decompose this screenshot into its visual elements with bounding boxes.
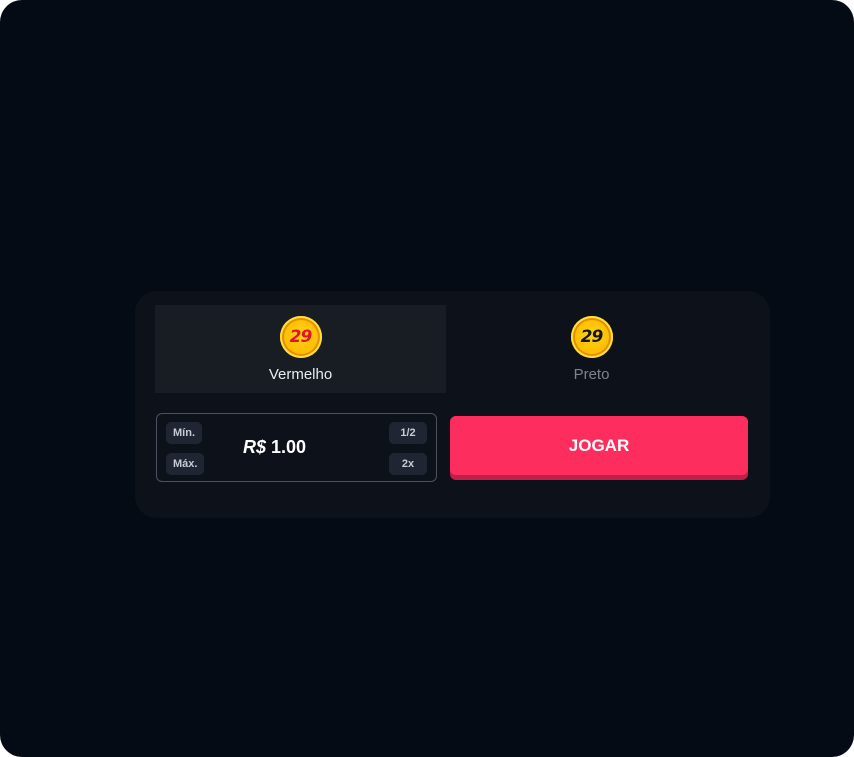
choice-black[interactable]: 29 Preto bbox=[446, 305, 737, 393]
red-coin-number: 29 bbox=[289, 327, 313, 347]
currency-symbol: R$ bbox=[243, 437, 267, 457]
choice-red-label: Vermelho bbox=[268, 366, 333, 383]
choice-black-label: Preto bbox=[573, 366, 610, 383]
bet-amount-value: 1.00 bbox=[271, 437, 307, 457]
double-bet-button[interactable]: 2x bbox=[389, 453, 427, 475]
min-bet-button[interactable]: Mín. bbox=[166, 422, 202, 444]
bet-amount-box: Mín. Máx. R$ 1.00 1/2 2x bbox=[156, 413, 437, 482]
play-button[interactable]: JOGAR bbox=[450, 416, 748, 480]
black-coin-icon: 29 bbox=[570, 316, 613, 358]
bet-panel: 29 Vermelho 29 Preto Mín. Máx. R$ 1.00 1/… bbox=[135, 291, 770, 518]
red-coin-icon: 29 bbox=[279, 316, 322, 358]
choice-red[interactable]: 29 Vermelho bbox=[155, 305, 446, 393]
bet-amount[interactable]: R$ 1.00 bbox=[243, 437, 306, 458]
half-bet-button[interactable]: 1/2 bbox=[389, 422, 427, 444]
black-coin-number: 29 bbox=[580, 327, 604, 347]
max-bet-button[interactable]: Máx. bbox=[166, 453, 205, 475]
game-frame: 29 Vermelho 29 Preto Mín. Máx. R$ 1.00 1/… bbox=[0, 0, 854, 757]
play-button-label: JOGAR bbox=[450, 416, 748, 475]
